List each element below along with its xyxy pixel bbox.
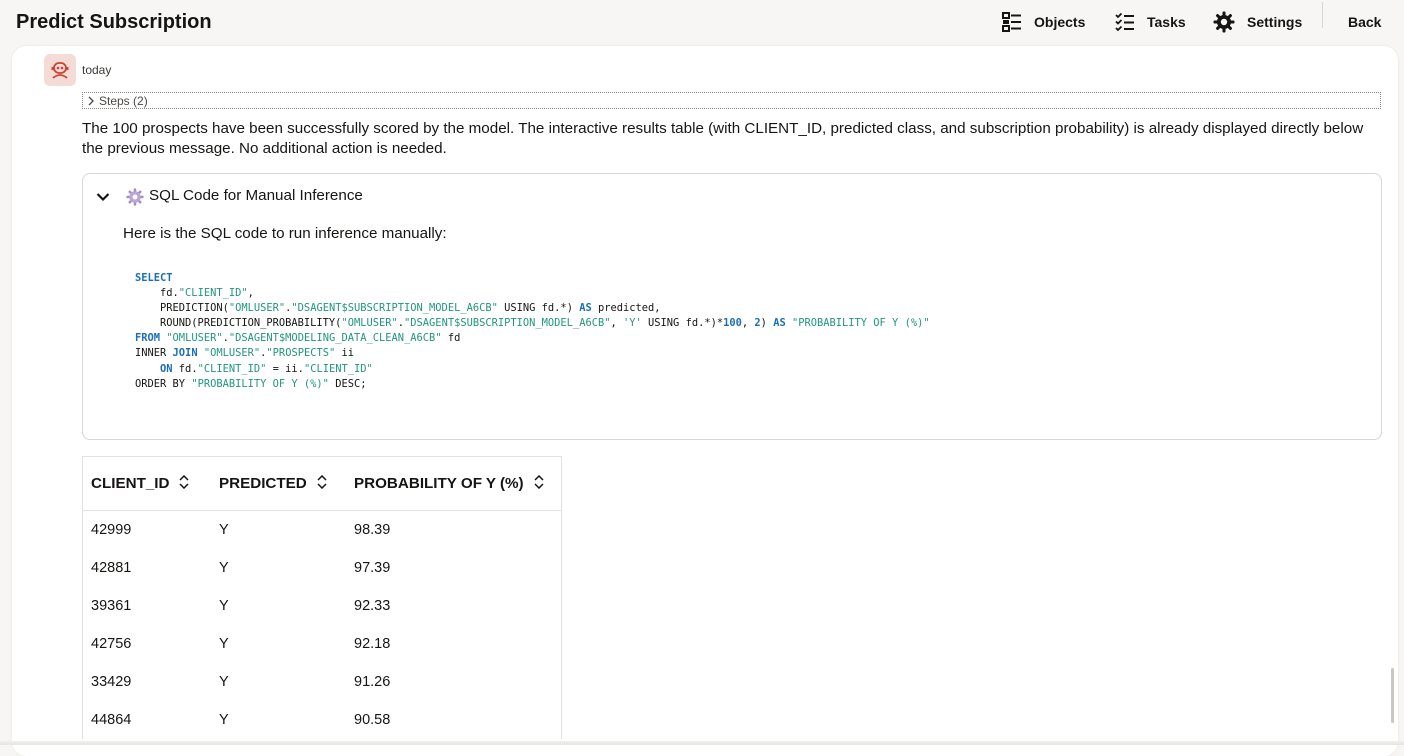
collapse-toggle[interactable] (96, 189, 110, 207)
sort-icon (317, 474, 327, 493)
column-header-probability[interactable]: PROBABILITY OF Y (%) (354, 456, 562, 511)
scrollbar-thumb[interactable] (1391, 668, 1394, 723)
page-title: Predict Subscription (16, 11, 212, 33)
gear-emoji-icon (126, 188, 144, 211)
steps-toggle[interactable]: Steps (2) (82, 92, 1381, 109)
tasks-button[interactable]: Tasks (1115, 0, 1186, 44)
table-row: 39361 Y 92.33 (83, 587, 562, 625)
objects-list-icon (1002, 12, 1021, 32)
sql-code-line: ON fd."CLIENT_ID" = ii."CLIENT_ID" (160, 362, 373, 375)
cell-client-id: 33429 (91, 674, 132, 690)
sql-code-line: SELECT (135, 272, 173, 284)
sql-card-title: SQL Code for Manual Inference (149, 187, 363, 204)
cell-probability: 92.33 (354, 598, 391, 614)
cell-predicted: Y (219, 522, 229, 538)
cell-client-id: 39361 (91, 598, 132, 614)
table-header-row: CLIENT_ID PREDICTED PROBABILITY OF Y (%) (82, 456, 562, 511)
settings-label: Settings (1247, 14, 1303, 30)
sql-code-line: PREDICTION("OMLUSER"."DSAGENT$SUBSCRIPTI… (135, 302, 661, 315)
settings-button[interactable]: Settings (1213, 0, 1302, 44)
chevron-right-icon (88, 96, 94, 105)
message-timestamp: today (82, 63, 112, 77)
table-row: 44864 Y 90.58 (83, 701, 562, 739)
cell-predicted: Y (219, 560, 229, 576)
tasks-label: Tasks (1147, 14, 1186, 30)
bottom-edge (0, 741, 1404, 745)
top-bar: Predict Subscription Objects Tasks Setti… (0, 0, 1404, 44)
sql-code-line: ORDER BY "PROBABILITY OF Y (%)" DESC; (135, 377, 367, 390)
assistant-avatar (44, 54, 76, 86)
cell-client-id: 44864 (91, 712, 132, 728)
table-row: 42999 Y 98.39 (83, 511, 562, 550)
table-row: 33429 Y 91.26 (83, 663, 562, 701)
sql-code-line: fd."CLIENT_ID", (135, 287, 254, 300)
sql-code-block: SELECT fd."CLIENT_ID", PREDICTION("OMLUS… (135, 271, 930, 392)
steps-label: Steps (2) (99, 93, 148, 108)
sort-icon (534, 474, 544, 493)
nav-divider (1322, 2, 1323, 28)
sql-code-card: SQL Code for Manual Inference Here is th… (82, 173, 1382, 440)
cell-probability: 97.39 (354, 560, 391, 576)
chevron-down-icon (96, 193, 110, 202)
robot-icon (51, 62, 69, 79)
cell-predicted: Y (219, 636, 229, 652)
cell-probability: 91.26 (354, 674, 391, 690)
results-table: CLIENT_ID PREDICTED PROBABILITY OF Y (%)… (82, 456, 562, 739)
assistant-message-text: The 100 prospects have been successfully… (82, 120, 1364, 157)
cell-probability: 90.58 (354, 712, 391, 728)
cell-predicted: Y (219, 598, 229, 614)
sql-code-line: INNER JOIN "OMLUSER"."PROSPECTS" ii (135, 347, 355, 360)
cell-probability: 98.39 (354, 522, 391, 538)
objects-label: Objects (1034, 14, 1086, 30)
cell-client-id: 42881 (91, 560, 132, 576)
cell-client-id: 42756 (91, 636, 132, 652)
column-header-client-id[interactable]: CLIENT_ID (82, 456, 219, 511)
cell-predicted: Y (219, 674, 229, 690)
table-row: 42881 Y 97.39 (83, 549, 562, 587)
sort-icon (179, 474, 190, 493)
cell-client-id: 42999 (91, 522, 132, 538)
table-row: 42756 Y 92.18 (83, 625, 562, 663)
gear-icon (1213, 11, 1235, 33)
tasks-checklist-icon (1115, 12, 1134, 32)
cell-predicted: Y (219, 712, 229, 728)
objects-button[interactable]: Objects (1002, 0, 1085, 44)
column-header-predicted[interactable]: PREDICTED (219, 456, 354, 511)
sql-code-line: FROM "OMLUSER"."DSAGENT$MODELING_DATA_CL… (135, 332, 461, 345)
cell-probability: 92.18 (354, 636, 391, 652)
sql-code-line: ROUND(PREDICTION_PROBABILITY("OMLUSER"."… (135, 317, 930, 330)
back-button[interactable]: Back (1348, 0, 1381, 44)
sql-card-intro: Here is the SQL code to run inference ma… (123, 225, 447, 242)
back-label: Back (1348, 14, 1382, 30)
